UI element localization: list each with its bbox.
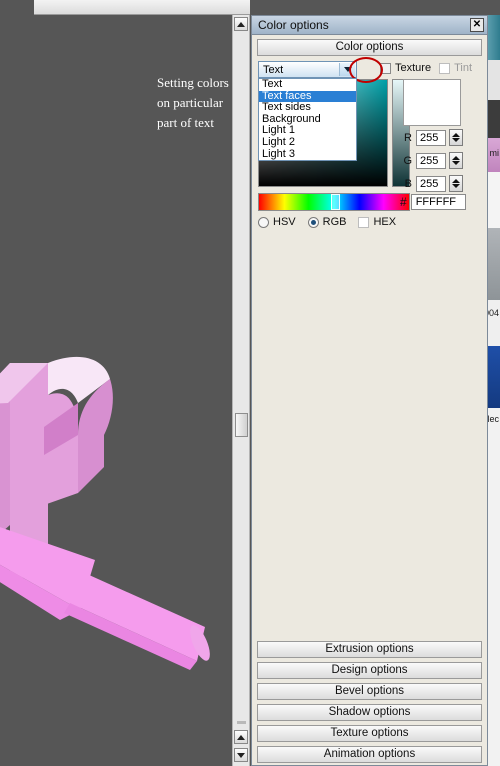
panel-titlebar[interactable]: Color options ✕ — [252, 16, 487, 35]
rgb-fields: R 255 G 255 B 255 — [400, 129, 463, 198]
app-toolbar-strip — [0, 0, 250, 15]
radio-rgb[interactable]: RGB — [307, 216, 347, 228]
chevron-down-icon[interactable] — [452, 184, 460, 188]
options-button-stack: Extrusion options Design options Bevel o… — [252, 637, 487, 765]
checkbox-texture-label: Texture — [395, 62, 432, 74]
texture-options-button[interactable]: Texture options — [257, 725, 482, 742]
radio-hsv[interactable]: HSV — [258, 216, 296, 228]
scroll-down-button[interactable] — [234, 748, 248, 762]
chevron-down-icon[interactable] — [452, 138, 460, 142]
annotation-line-3: part of text — [157, 115, 215, 130]
bg-sliver-text-3: lec — [487, 414, 499, 424]
label-r: R — [404, 131, 412, 144]
checkbox-hex-icon — [358, 216, 370, 228]
close-icon[interactable]: ✕ — [470, 18, 484, 32]
bevel-options-button[interactable]: Bevel options — [257, 683, 482, 700]
input-b[interactable]: 255 — [416, 175, 446, 192]
annotation-text: Setting colors on particular part of tex… — [157, 73, 232, 133]
label-b: B — [404, 177, 412, 190]
shadow-options-button[interactable]: Shadow options — [257, 704, 482, 721]
annotation-line-1: Setting colors — [157, 75, 229, 90]
design-options-button[interactable]: Design options — [257, 662, 482, 679]
pointer-arrow — [0, 527, 210, 670]
extrusion-options-button[interactable]: Extrusion options — [257, 641, 482, 658]
label-g: G — [403, 154, 412, 167]
input-r[interactable]: 255 — [416, 129, 446, 146]
checkbox-hex[interactable]: HEX — [358, 216, 396, 228]
scrollbar-divider — [237, 721, 246, 724]
toolbar-dark-corner — [0, 0, 34, 15]
screen: mi 004 lec Setting colors on particular … — [0, 0, 500, 766]
radio-rgb-icon — [307, 216, 319, 228]
chevron-up-icon[interactable] — [452, 133, 460, 137]
rgb-row-r: R 255 — [400, 129, 463, 146]
hex-input[interactable]: FFFFFF — [410, 194, 466, 210]
texture-tint-row: Texture Tint — [380, 62, 480, 74]
checkbox-tint: Tint — [439, 62, 472, 74]
stepper-g[interactable] — [449, 152, 463, 169]
color-target-value: Text — [263, 63, 284, 76]
checkbox-tint-label: Tint — [454, 62, 473, 74]
rgb-row-g: G 255 — [400, 152, 463, 169]
color-target-combo[interactable]: Text — [258, 61, 357, 78]
rgb-row-b: B 255 — [400, 175, 463, 192]
chevron-down-icon — [343, 67, 352, 72]
hue-cursor-icon[interactable] — [331, 194, 340, 210]
arrow-up-icon — [237, 734, 245, 740]
scrollbar-thumb[interactable] — [235, 413, 248, 437]
3d-viewport[interactable]: Setting colors on particular part of tex… — [0, 15, 232, 766]
scroll-page-up-button[interactable] — [234, 730, 248, 744]
arrow-down-icon — [237, 752, 245, 758]
checkbox-texture[interactable]: Texture — [380, 62, 431, 74]
stepper-r[interactable] — [449, 129, 463, 146]
chevron-up-icon[interactable] — [452, 156, 460, 160]
combo-dropdown-button[interactable] — [339, 63, 355, 76]
dropdown-item-text[interactable]: Text — [259, 78, 356, 91]
dropdown-item-light-3[interactable]: Light 3 — [259, 148, 356, 161]
color-options-header-button[interactable]: Color options — [257, 39, 482, 56]
checkbox-hex-label: HEX — [373, 216, 397, 228]
hex-prefix-label: # — [400, 195, 407, 209]
dropdown-item-light-2[interactable]: Light 2 — [259, 136, 356, 149]
hue-slider[interactable] — [258, 193, 410, 211]
color-preview-swatch[interactable] — [403, 79, 461, 126]
checkbox-tint-icon — [439, 62, 451, 74]
input-g[interactable]: 255 — [416, 152, 446, 169]
color-options-panel[interactable]: Color options ✕ Color options HSV RGB HE… — [251, 15, 488, 766]
bg-sliver-text-1: mi — [489, 148, 500, 158]
checkbox-texture-icon — [380, 62, 391, 74]
scroll-up-button[interactable] — [234, 17, 248, 31]
viewport-scrollbar[interactable] — [232, 15, 250, 766]
radio-hsv-label: HSV — [273, 216, 296, 228]
panel-title: Color options — [258, 18, 329, 32]
chevron-down-icon[interactable] — [452, 161, 460, 165]
animation-options-button[interactable]: Animation options — [257, 746, 482, 763]
color-mode-row: HSV RGB HEX — [258, 216, 404, 228]
radio-rgb-label: RGB — [322, 216, 347, 228]
arrow-up-icon — [237, 21, 245, 27]
color-target-dropdown-list[interactable]: Text Text faces Text sides Background Li… — [258, 78, 357, 162]
color-controls-area: HSV RGB HEX Texture Tint R 255 G 255 B 2… — [252, 57, 487, 243]
annotation-line-2: on particular — [157, 95, 224, 110]
radio-hsv-icon — [258, 216, 269, 228]
chevron-up-icon[interactable] — [452, 179, 460, 183]
hex-row: # FFFFFF — [400, 194, 466, 210]
stepper-b[interactable] — [449, 175, 463, 192]
